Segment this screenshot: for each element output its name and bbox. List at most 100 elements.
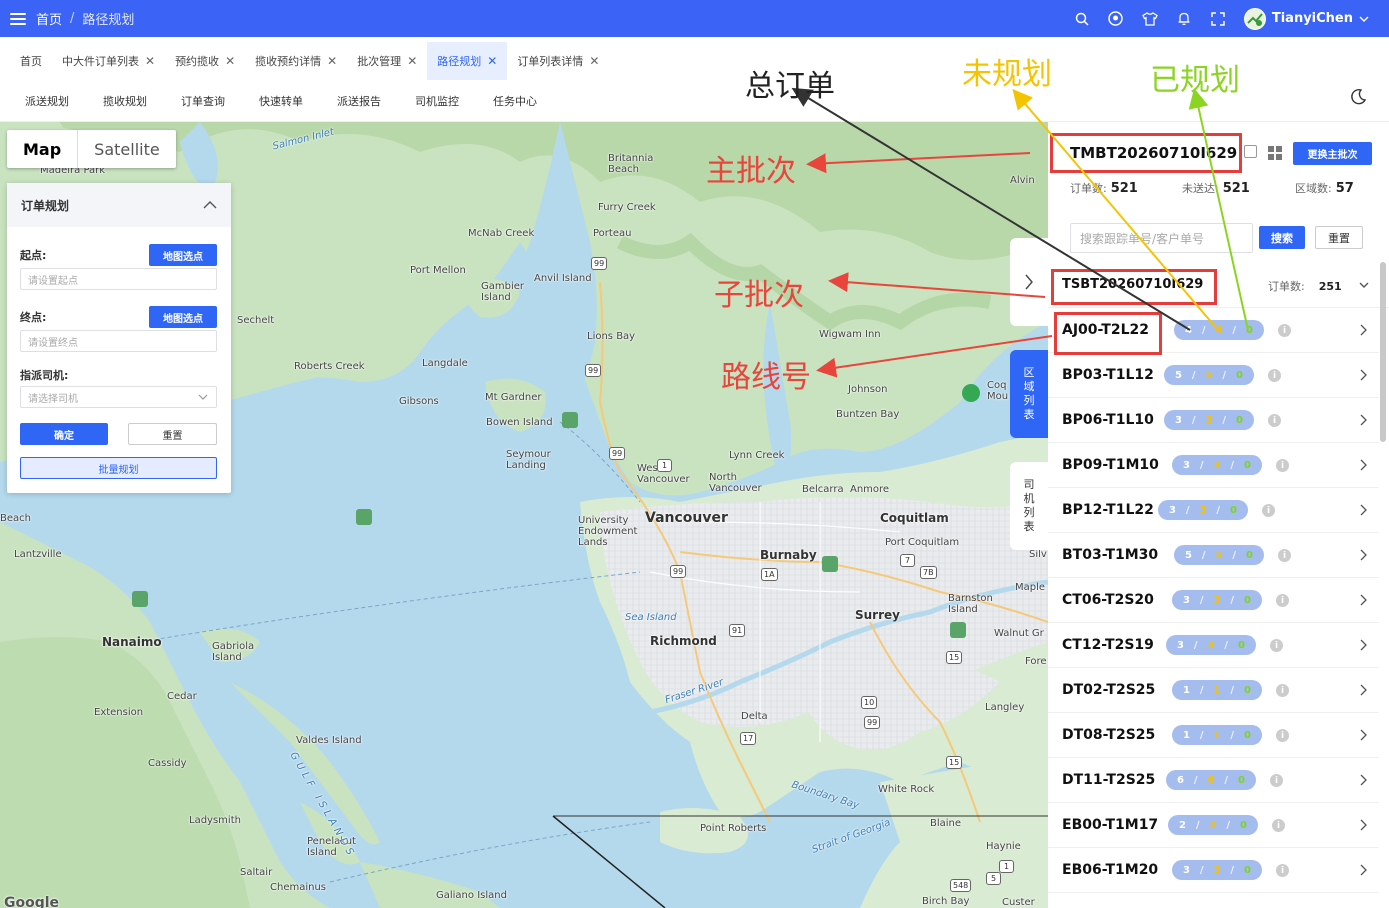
search-reset-button[interactable]: 重置 (1315, 226, 1363, 249)
subnav-item[interactable]: 订单查询 (181, 93, 225, 109)
confirm-button[interactable]: 确定 (20, 423, 108, 445)
batch-plan-button[interactable]: 批量规划 (20, 457, 217, 479)
start-input[interactable]: 请设置起点 (20, 268, 217, 290)
scrollbar[interactable] (1380, 262, 1386, 442)
chevron-right-icon[interactable] (1358, 819, 1368, 831)
chevron-down-icon[interactable] (1358, 279, 1370, 291)
chevron-right-icon[interactable] (1358, 594, 1368, 606)
dark-mode-icon[interactable] (1349, 88, 1367, 106)
chevron-right-icon[interactable] (1358, 774, 1368, 786)
route-row[interactable]: DT08-T2S25 1 / 1 / 0 i (1048, 713, 1379, 758)
tab-4[interactable]: 批次管理 ✕ (347, 42, 427, 80)
map-type-map[interactable]: Map (7, 130, 79, 168)
breadcrumb-home[interactable]: 首页 (36, 9, 62, 28)
menu-icon[interactable] (10, 12, 26, 25)
tab-region-list[interactable]: 区域列表 (1010, 350, 1048, 438)
tab-0[interactable]: 首页 (10, 42, 52, 80)
close-icon[interactable]: ✕ (327, 54, 337, 68)
route-row[interactable]: BP12-T1L22 3 / 3 / 0 i (1048, 488, 1379, 533)
tab-6[interactable]: 订单列表详情 ✕ (507, 42, 609, 80)
map-place-label: Mt Gardner (485, 392, 542, 403)
route-row[interactable]: BP09-T1M10 3 / 3 / 0 i (1048, 443, 1379, 488)
subnav-item[interactable]: 揽收规划 (103, 93, 147, 109)
chevron-right-icon[interactable] (1358, 729, 1368, 741)
subnav-item[interactable]: 派送规划 (25, 93, 69, 109)
chevron-right-icon[interactable] (1358, 414, 1368, 426)
info-icon[interactable]: i (1276, 684, 1289, 697)
route-unplanned: 3 (1199, 504, 1207, 516)
info-icon[interactable]: i (1276, 729, 1289, 742)
route-code: BP03-T1L12 (1062, 367, 1154, 383)
route-row[interactable]: CT12-T2S19 3 / 3 / 0 i (1048, 623, 1379, 668)
info-icon[interactable]: i (1276, 864, 1289, 877)
collapse-panel-button[interactable] (1010, 238, 1048, 326)
info-icon[interactable]: i (1268, 369, 1281, 382)
chevron-right-icon[interactable] (1358, 684, 1368, 696)
chevron-right-icon[interactable] (1358, 639, 1368, 651)
chevron-right-icon[interactable] (1358, 549, 1368, 561)
map-place-label: Ladysmith (189, 815, 241, 826)
chevron-up-icon[interactable] (203, 201, 217, 209)
github-icon[interactable] (1108, 11, 1124, 27)
bell-icon[interactable] (1176, 11, 1192, 27)
map-place-label: Silv (1029, 549, 1047, 560)
info-icon[interactable]: i (1276, 459, 1289, 472)
reset-button[interactable]: 重置 (128, 423, 217, 445)
chevron-right-icon[interactable] (1358, 459, 1368, 471)
close-icon[interactable]: ✕ (589, 54, 599, 68)
close-icon[interactable]: ✕ (487, 54, 497, 68)
route-row[interactable]: BP06-T1L10 3 / 3 / 0 i (1048, 398, 1379, 443)
search-input[interactable]: 搜索跟踪单号/客户单号 (1070, 223, 1253, 253)
start-pick-button[interactable]: 地图选点 (149, 244, 217, 266)
end-pick-button[interactable]: 地图选点 (149, 306, 217, 328)
route-row[interactable]: EB00-T1M17 2 / 2 / 0 i (1048, 803, 1379, 848)
info-icon[interactable]: i (1270, 639, 1283, 652)
driver-select[interactable]: 请选择司机 (20, 386, 217, 408)
route-row[interactable]: DT11-T2S25 6 / 6 / 0 i (1048, 758, 1379, 803)
user-menu[interactable]: TianyiChen (1243, 7, 1369, 30)
route-row[interactable]: CT06-T2S20 3 / 3 / 0 i (1048, 578, 1379, 623)
search-button[interactable]: 搜索 (1259, 226, 1305, 249)
tab-3[interactable]: 揽收预约详情 ✕ (245, 42, 347, 80)
route-total: 3 (1182, 459, 1190, 471)
info-icon[interactable]: i (1272, 819, 1285, 832)
checkbox-icon[interactable] (1244, 145, 1257, 158)
shirt-icon[interactable] (1141, 11, 1158, 27)
info-icon[interactable]: i (1262, 504, 1275, 517)
panel-header[interactable]: 订单规划 (7, 183, 231, 227)
tab-label: 路径规划 (437, 55, 482, 68)
close-icon[interactable]: ✕ (145, 54, 155, 68)
subnav-item[interactable]: 司机监控 (415, 93, 459, 109)
map-type-satellite[interactable]: Satellite (78, 130, 176, 168)
close-icon[interactable]: ✕ (407, 54, 417, 68)
tab-1[interactable]: 中大件订单列表 ✕ (52, 42, 165, 80)
route-row[interactable]: EB06-T1M20 3 / 3 / 0 i (1048, 848, 1379, 893)
route-row[interactable]: BT03-T1M30 5 / 5 / 0 i (1048, 533, 1379, 578)
chevron-right-icon[interactable] (1358, 369, 1368, 381)
info-icon[interactable]: i (1270, 774, 1283, 787)
end-input[interactable]: 请设置终点 (20, 330, 217, 352)
tab-driver-list[interactable]: 司机列表 (1010, 462, 1048, 550)
info-icon[interactable]: i (1278, 324, 1291, 337)
chevron-right-icon[interactable] (1358, 504, 1368, 516)
switch-main-batch-button[interactable]: 更换主批次 (1293, 142, 1372, 165)
chevron-right-icon[interactable] (1358, 864, 1368, 876)
info-icon[interactable]: i (1278, 549, 1291, 562)
info-icon[interactable]: i (1268, 414, 1281, 427)
subnav-item[interactable]: 派送报告 (337, 93, 381, 109)
map-place-label: Custer (1002, 897, 1035, 908)
fullscreen-icon[interactable] (1210, 11, 1226, 27)
tab-2[interactable]: 预约揽收 ✕ (165, 42, 245, 80)
tab-5[interactable]: 路径规划 ✕ (427, 42, 508, 80)
close-icon[interactable]: ✕ (225, 54, 235, 68)
route-row[interactable]: DT02-T2S25 1 / 1 / 0 i (1048, 668, 1379, 713)
chevron-right-icon[interactable] (1358, 324, 1368, 336)
highway-shield: 1A (761, 568, 778, 581)
route-code: EB00-T1M17 (1062, 817, 1159, 833)
subnav-item[interactable]: 快速转单 (259, 93, 303, 109)
route-row[interactable]: BP03-T1L12 5 / 5 / 0 i (1048, 353, 1379, 398)
info-icon[interactable]: i (1276, 594, 1289, 607)
subnav-item[interactable]: 任务中心 (493, 93, 537, 109)
grid-icon[interactable] (1268, 146, 1282, 160)
search-icon[interactable] (1074, 11, 1090, 27)
